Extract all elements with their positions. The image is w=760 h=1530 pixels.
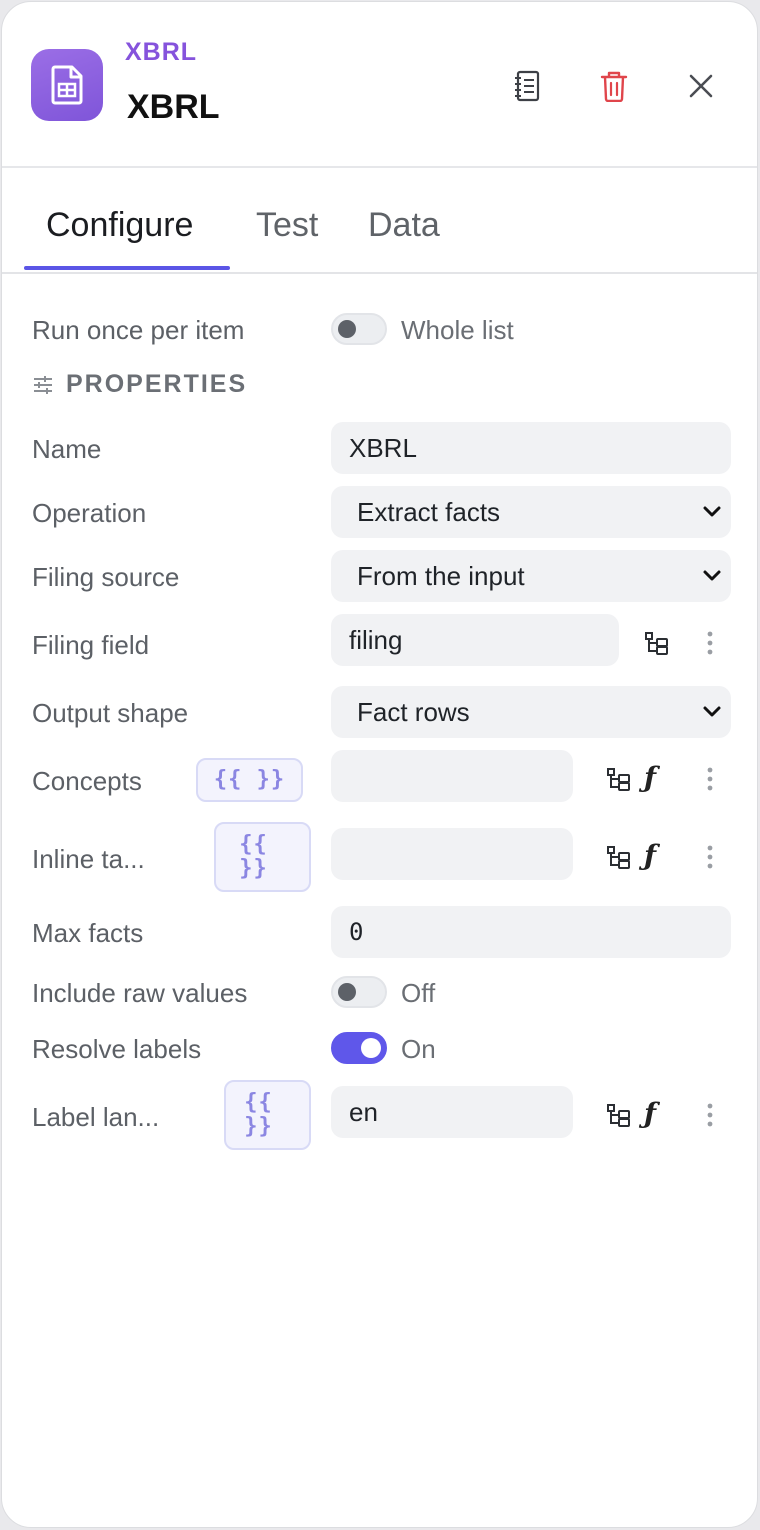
sliders-icon xyxy=(34,376,52,394)
tab-bar: Configure Test Data xyxy=(2,170,757,274)
field-picker-icon[interactable] xyxy=(604,1100,634,1130)
more-options-icon[interactable] xyxy=(695,1100,725,1130)
resolve-labels-label: Resolve labels xyxy=(32,1034,202,1064)
function-icon[interactable]: ƒ xyxy=(635,761,665,794)
include-raw-values-toggle[interactable] xyxy=(331,976,387,1008)
node-settings-panel: XBRL XBRL Configure Test Data Run once p… xyxy=(1,1,758,1528)
filing-field-label: Filing field xyxy=(32,630,150,660)
name-value: XBRL xyxy=(349,432,417,463)
document-table-icon xyxy=(31,49,103,121)
field-picker-icon[interactable] xyxy=(604,842,634,872)
chevron-down-icon xyxy=(703,706,721,717)
concepts-label: Concepts xyxy=(32,766,142,796)
function-icon[interactable]: ƒ xyxy=(635,1097,665,1130)
more-options-icon[interactable] xyxy=(695,628,725,658)
close-icon[interactable] xyxy=(679,64,723,108)
filing-field-input[interactable]: filing xyxy=(331,614,619,666)
run-mode-toggle-text: Whole list xyxy=(401,315,514,345)
trash-icon[interactable] xyxy=(592,64,636,108)
output-shape-value: Fact rows xyxy=(357,696,470,727)
node-title: XBRL xyxy=(127,88,220,126)
more-options-icon[interactable] xyxy=(695,842,725,872)
label-language-input[interactable]: en xyxy=(331,1086,573,1138)
resolve-labels-toggle-text: On xyxy=(401,1034,436,1064)
label-language-label: Label lan... xyxy=(32,1102,160,1132)
filing-source-value: From the input xyxy=(357,560,525,591)
tab-test[interactable]: Test xyxy=(256,206,318,245)
node-type-label: XBRL xyxy=(125,38,198,66)
max-facts-value: 0 xyxy=(349,918,364,946)
label-language-value: en xyxy=(349,1096,378,1127)
name-label: Name xyxy=(32,434,102,464)
chevron-down-icon xyxy=(703,506,721,517)
field-picker-icon[interactable] xyxy=(642,628,672,658)
max-facts-label: Max facts xyxy=(32,918,144,948)
properties-section-title: PROPERTIES xyxy=(66,370,248,398)
concepts-expression-button[interactable]: {{ }} xyxy=(196,758,303,802)
include-raw-values-label: Include raw values xyxy=(32,978,248,1008)
inline-tags-expression-button[interactable]: {{ }} xyxy=(214,822,311,892)
resolve-labels-toggle[interactable] xyxy=(331,1032,387,1064)
active-tab-indicator xyxy=(24,266,230,270)
run-mode-toggle[interactable] xyxy=(331,313,387,345)
tab-configure[interactable]: Configure xyxy=(46,206,193,245)
include-raw-values-toggle-text: Off xyxy=(401,978,436,1008)
more-options-icon[interactable] xyxy=(695,764,725,794)
inline-tags-label: Inline ta... xyxy=(32,844,145,874)
tab-data[interactable]: Data xyxy=(368,206,440,245)
name-input[interactable]: XBRL xyxy=(331,422,731,474)
notebook-icon[interactable] xyxy=(505,64,549,108)
function-icon[interactable]: ƒ xyxy=(635,839,665,872)
inline-tags-input[interactable] xyxy=(331,828,573,880)
filing-source-label: Filing source xyxy=(32,562,180,592)
max-facts-input[interactable]: 0 xyxy=(331,906,731,958)
panel-header: XBRL XBRL xyxy=(2,2,757,168)
operation-select[interactable]: Extract facts xyxy=(331,486,731,538)
concepts-input[interactable] xyxy=(331,750,573,802)
label-language-expression-button[interactable]: {{ }} xyxy=(224,1080,311,1150)
output-shape-select[interactable]: Fact rows xyxy=(331,686,731,738)
run-mode-label: Run once per item xyxy=(32,315,245,345)
field-picker-icon[interactable] xyxy=(604,764,634,794)
filing-field-value: filing xyxy=(349,624,403,655)
filing-source-select[interactable]: From the input xyxy=(331,550,731,602)
chevron-down-icon xyxy=(703,570,721,581)
operation-label: Operation xyxy=(32,498,147,528)
operation-value: Extract facts xyxy=(357,496,501,527)
output-shape-label: Output shape xyxy=(32,698,189,728)
